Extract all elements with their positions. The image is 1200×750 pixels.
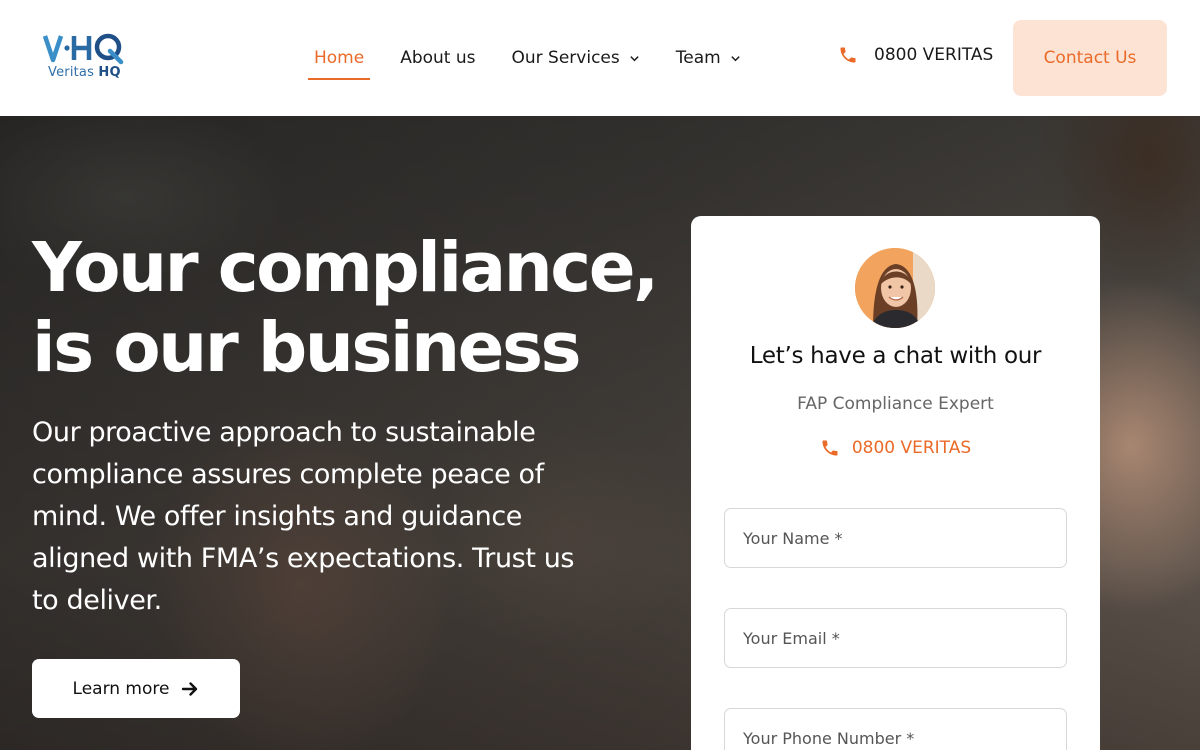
nav-item-team[interactable]: Team — [658, 0, 759, 116]
hero-title-line-2: is our business — [32, 308, 582, 388]
learn-more-button[interactable]: Learn more — [32, 659, 240, 718]
nav-item-label: Team — [675, 48, 721, 68]
chat-contact-card: Let’s have a chat with our FAP Complianc… — [691, 216, 1100, 750]
expert-avatar — [855, 248, 935, 328]
chat-card-title: Let’s have a chat with our — [749, 343, 1042, 369]
site-header: Veritas HQ Home About us Our Services Te… — [0, 0, 1200, 116]
veritas-hq-logo[interactable]: Veritas HQ — [43, 32, 133, 84]
hero-title-line-1: Your compliance, — [32, 228, 659, 308]
nav-item-our-services[interactable]: Our Services — [494, 0, 658, 116]
chat-card-subtitle: FAP Compliance Expert — [797, 394, 994, 414]
chevron-down-icon — [630, 55, 639, 61]
nav-item-label: Home — [314, 48, 365, 68]
vhq-logo-mark-icon — [43, 33, 124, 65]
nav-item-label: About us — [400, 48, 476, 68]
main-nav: Home About us Our Services Team — [296, 0, 759, 116]
nav-item-home[interactable]: Home — [296, 0, 382, 116]
learn-more-label: Learn more — [72, 678, 170, 699]
nav-item-about-us[interactable]: About us — [382, 0, 493, 116]
logo-wordmark: Veritas HQ — [48, 65, 121, 80]
phone-number-field[interactable] — [724, 708, 1067, 750]
arrow-right-icon — [182, 681, 198, 696]
phone-icon — [822, 440, 838, 456]
nav-item-label: Our Services — [511, 48, 620, 68]
expert-portrait — [855, 248, 935, 328]
name-field[interactable] — [724, 508, 1067, 568]
hero-title: Your compliance, is our business — [32, 228, 672, 388]
header-phone-link[interactable]: 0800 VERITAS — [838, 45, 993, 65]
chevron-down-icon — [730, 55, 740, 61]
contact-us-button[interactable]: Contact Us — [1013, 20, 1167, 96]
header-phone-number: 0800 VERITAS — [874, 45, 994, 65]
chat-card-phone-link[interactable]: 0800 VERITAS — [691, 438, 1100, 458]
phone-icon — [840, 47, 856, 63]
email-field[interactable] — [724, 608, 1067, 668]
chat-card-phone-number: 0800 VERITAS — [851, 438, 972, 458]
hero-description: Our proactive approach to sustainable co… — [32, 417, 575, 616]
